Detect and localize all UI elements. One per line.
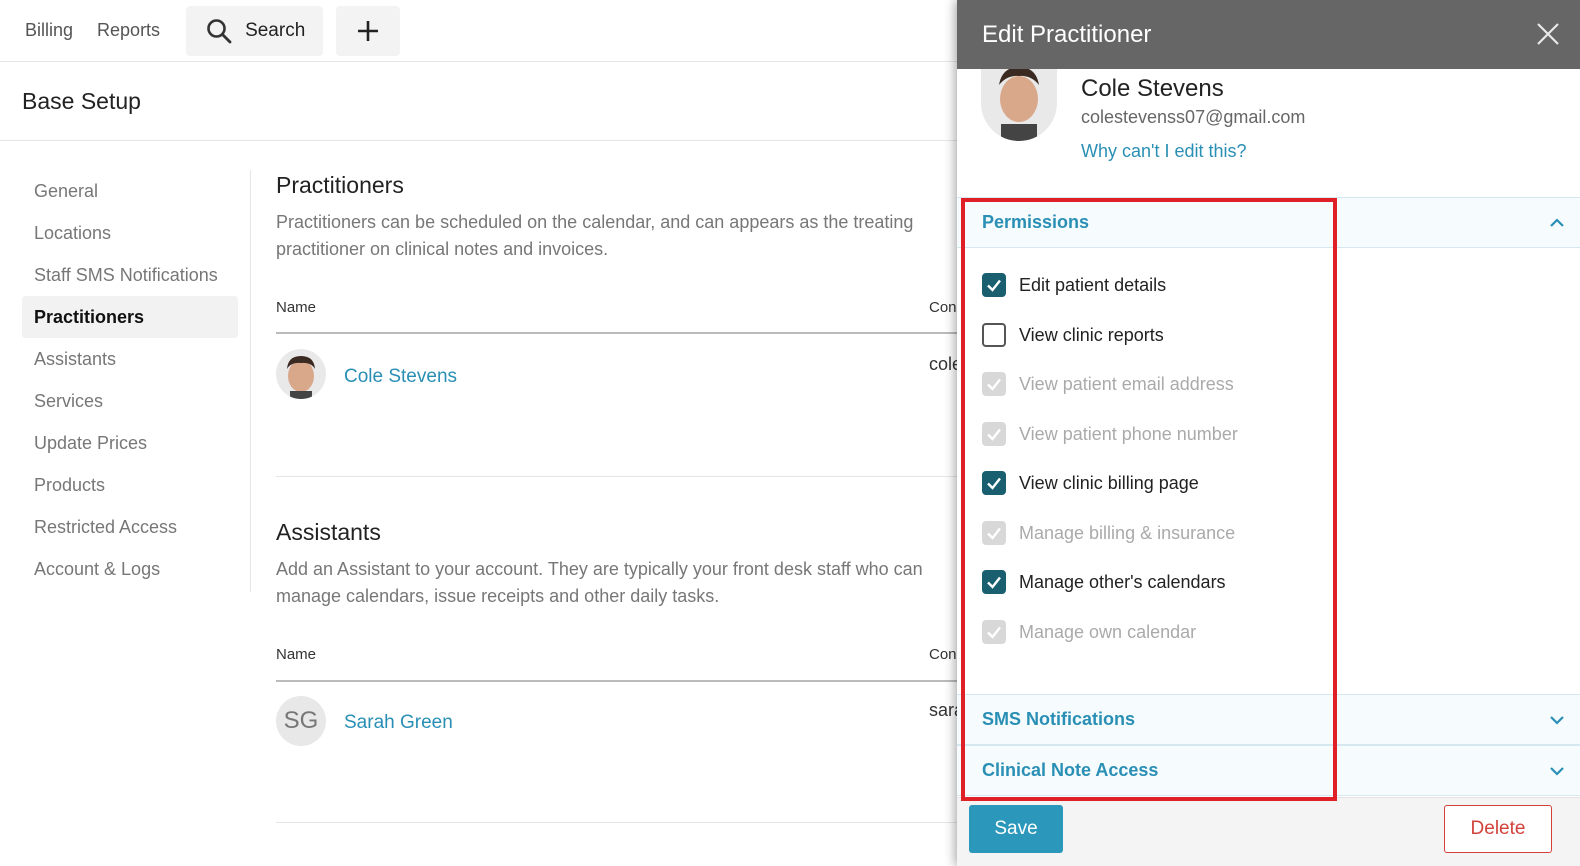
permissions-title: Permissions: [982, 212, 1090, 232]
column-header-name: Name: [276, 299, 317, 316]
check-icon: [987, 477, 1001, 490]
column-header-name: Name: [276, 646, 317, 663]
avatar: SG: [276, 696, 326, 746]
edit-practitioner-panel: Edit Practitioner Cole Stevens colesteve…: [957, 0, 1580, 866]
assistants-section: Assistants Add an Assistant to your acco…: [276, 519, 966, 759]
practitioner-profile: Cole Stevens colestevenss07@gmail.com Wh…: [957, 69, 1580, 197]
sidebar-item-services[interactable]: Services: [22, 380, 238, 422]
permission-label: Manage other's calendars: [1019, 571, 1226, 592]
permission-label: View clinic billing page: [1019, 472, 1199, 493]
clinical-note-access-title: Clinical Note Access: [982, 760, 1159, 780]
section-divider: [276, 476, 966, 477]
sidebar-divider: [250, 170, 251, 592]
practitioners-description: Practitioners can be scheduled on the ca…: [276, 212, 914, 259]
checkbox-disabled: [982, 372, 1006, 396]
permission-label: View patient email address: [1019, 373, 1234, 394]
check-icon: [987, 527, 1001, 540]
permission-label: View clinic reports: [1019, 324, 1164, 345]
header-divider: [0, 140, 964, 141]
save-button[interactable]: Save: [969, 805, 1063, 853]
check-icon: [987, 576, 1001, 589]
table-header-line: [276, 332, 966, 334]
permission-label: Manage billing & insurance: [1019, 522, 1236, 543]
panel-header: Edit Practitioner: [957, 0, 1580, 69]
settings-sidebar: General Locations Staff SMS Notification…: [22, 170, 238, 590]
permissions-accordion: Permissions: [957, 197, 1580, 248]
practitioner-email: colestevenss07@gmail.com: [1081, 107, 1306, 127]
page-title: Base Setup: [22, 88, 141, 114]
permission-view-patient-email: View patient email address: [982, 372, 1234, 396]
permission-manage-others-calendars[interactable]: Manage other's calendars: [982, 570, 1226, 594]
clinical-note-access-accordion: Clinical Note Access: [957, 745, 1580, 796]
panel-footer: Save Delete: [957, 797, 1580, 866]
avatar: [276, 349, 326, 399]
permission-view-patient-phone: View patient phone number: [982, 422, 1238, 446]
search-button[interactable]: Search: [186, 5, 324, 56]
permission-label: Manage own calendar: [1019, 621, 1197, 642]
checkbox-disabled: [982, 521, 1006, 545]
sms-notifications-header[interactable]: SMS Notifications: [957, 694, 1580, 745]
chevron-down-icon: [1550, 716, 1564, 725]
checkbox-checked[interactable]: [982, 570, 1006, 594]
sidebar-item-assistants[interactable]: Assistants: [22, 338, 238, 380]
sidebar-item-update-prices[interactable]: Update Prices: [22, 422, 238, 464]
check-icon: [987, 626, 1001, 639]
checkbox-checked[interactable]: [982, 273, 1006, 297]
checkbox-unchecked[interactable]: [982, 323, 1006, 347]
section-divider: [276, 822, 966, 823]
avatar: [981, 69, 1057, 141]
nav-billing-link[interactable]: Billing: [25, 20, 73, 41]
check-icon: [987, 378, 1001, 391]
permission-edit-patient-details[interactable]: Edit patient details: [982, 273, 1166, 297]
practitioner-name: Cole Stevens: [1081, 75, 1224, 102]
check-icon: [987, 428, 1001, 441]
check-icon: [987, 279, 1001, 292]
sms-notifications-title: SMS Notifications: [982, 709, 1136, 729]
panel-title: Edit Practitioner: [982, 20, 1152, 48]
checkbox-checked[interactable]: [982, 471, 1006, 495]
practitioner-name-link[interactable]: Cole Stevens: [344, 366, 457, 388]
assistants-title: Assistants: [276, 519, 381, 545]
page: Billing Reports Search Base Setup Genera…: [0, 0, 1580, 866]
sidebar-item-account-logs[interactable]: Account & Logs: [22, 548, 238, 590]
sidebar-item-practitioners[interactable]: Practitioners: [22, 296, 238, 338]
sidebar-item-staff-sms-notifications[interactable]: Staff SMS Notifications: [22, 254, 238, 296]
column-header-contact: Con: [929, 646, 957, 663]
permission-view-clinic-reports[interactable]: View clinic reports: [982, 323, 1164, 347]
chevron-down-icon: [1550, 767, 1564, 776]
chevron-up-icon: [1550, 218, 1564, 227]
plus-icon: [358, 20, 379, 41]
permission-label: Edit patient details: [1019, 274, 1167, 295]
permission-label: View patient phone number: [1019, 423, 1238, 444]
permission-manage-billing-insurance: Manage billing & insurance: [982, 521, 1235, 545]
sidebar-item-products[interactable]: Products: [22, 464, 238, 506]
sidebar-item-general[interactable]: General: [22, 170, 238, 212]
permission-manage-own-calendar: Manage own calendar: [982, 620, 1196, 644]
sms-notifications-accordion: SMS Notifications: [957, 694, 1580, 745]
add-button[interactable]: [336, 5, 401, 56]
table-header-line: [276, 680, 966, 682]
assistants-description: Add an Assistant to your account. They a…: [276, 559, 923, 606]
permissions-header[interactable]: Permissions: [957, 197, 1580, 248]
column-header-contact: Con: [929, 299, 957, 316]
delete-button[interactable]: Delete: [1444, 805, 1552, 853]
permission-view-clinic-billing[interactable]: View clinic billing page: [982, 471, 1199, 495]
clinical-note-access-header[interactable]: Clinical Note Access: [957, 745, 1580, 796]
top-nav: Billing Reports Search: [0, 0, 964, 62]
sidebar-item-restricted-access[interactable]: Restricted Access: [22, 506, 238, 548]
checkbox-disabled: [982, 422, 1006, 446]
practitioners-section: Practitioners Practitioners can be sched…: [276, 172, 966, 412]
search-icon: [207, 18, 232, 43]
close-icon[interactable]: [1532, 18, 1564, 50]
checkbox-disabled: [982, 620, 1006, 644]
search-label: Search: [245, 19, 306, 41]
assistant-name-link[interactable]: Sarah Green: [344, 712, 453, 734]
practitioners-title: Practitioners: [276, 172, 404, 198]
why-cant-edit-link[interactable]: Why can't I edit this?: [1081, 141, 1247, 162]
sidebar-item-locations[interactable]: Locations: [22, 212, 238, 254]
nav-reports-link[interactable]: Reports: [97, 20, 160, 41]
